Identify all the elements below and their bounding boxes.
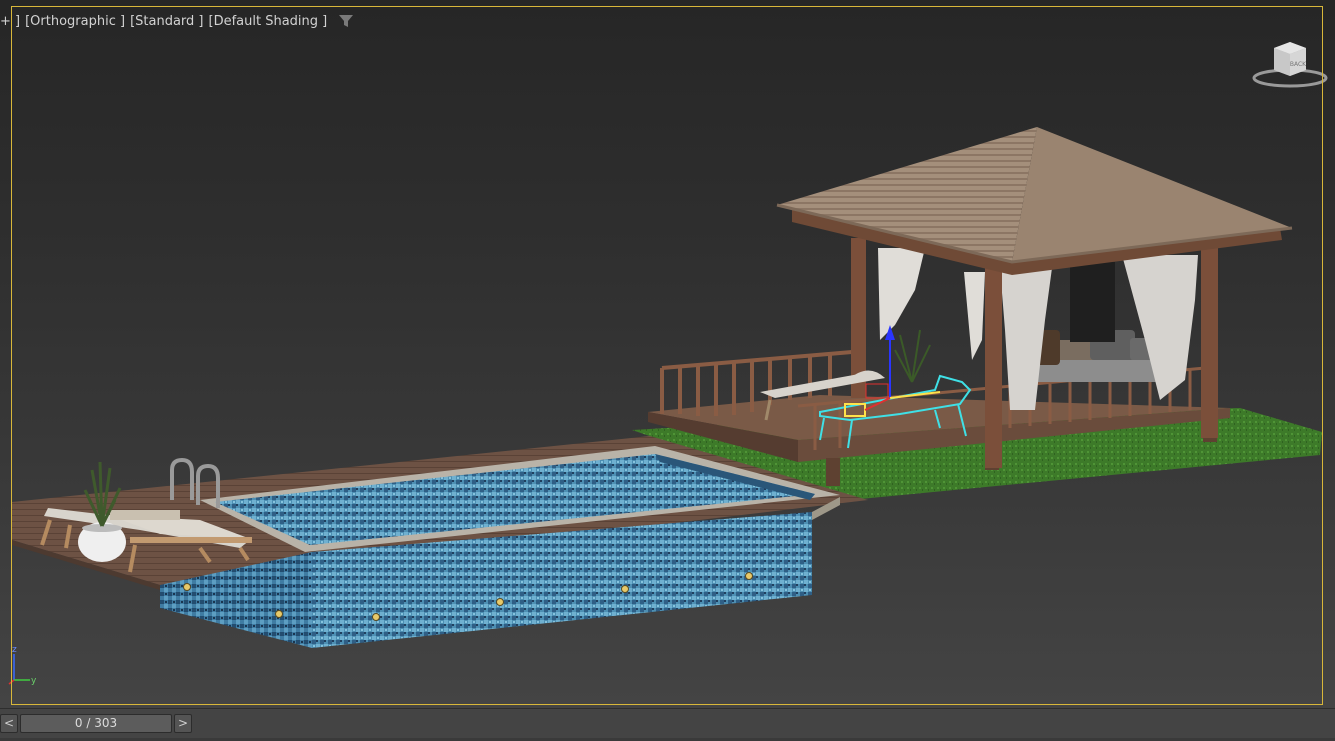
funnel-icon[interactable] [338,13,354,29]
axis-tripod-icon: z y [8,645,37,686]
gazebo-plant [894,329,931,383]
axis-z-label: z [12,645,17,655]
viewport-mode-menu[interactable]: [Standard ] [130,14,203,29]
scene-render[interactable] [0,0,1335,708]
app-window: + ] [Orthographic ] [Standard ] [Default… [0,0,1335,741]
gazebo-front-curtains [878,248,985,360]
viewcube[interactable]: BACK [1252,40,1328,92]
viewport-plus-menu[interactable]: + ] [0,14,20,29]
next-frame-button[interactable]: > [174,714,192,733]
axis-y-label: y [31,676,37,686]
viewcube-face-label: BACK [1290,61,1307,68]
previous-frame-button[interactable]: < [0,714,18,733]
time-slider-bar: < 0 / 303 > [0,708,1335,741]
viewport-view-menu[interactable]: [Orthographic ] [25,14,125,29]
time-slider-thumb[interactable]: 0 / 303 [20,714,172,733]
perspective-viewport[interactable]: + ] [Orthographic ] [Standard ] [Default… [0,0,1335,708]
viewport-shading-menu[interactable]: [Default Shading ] [209,14,328,29]
viewport-label-menu: + ] [Orthographic ] [Standard ] [Default… [0,12,354,30]
